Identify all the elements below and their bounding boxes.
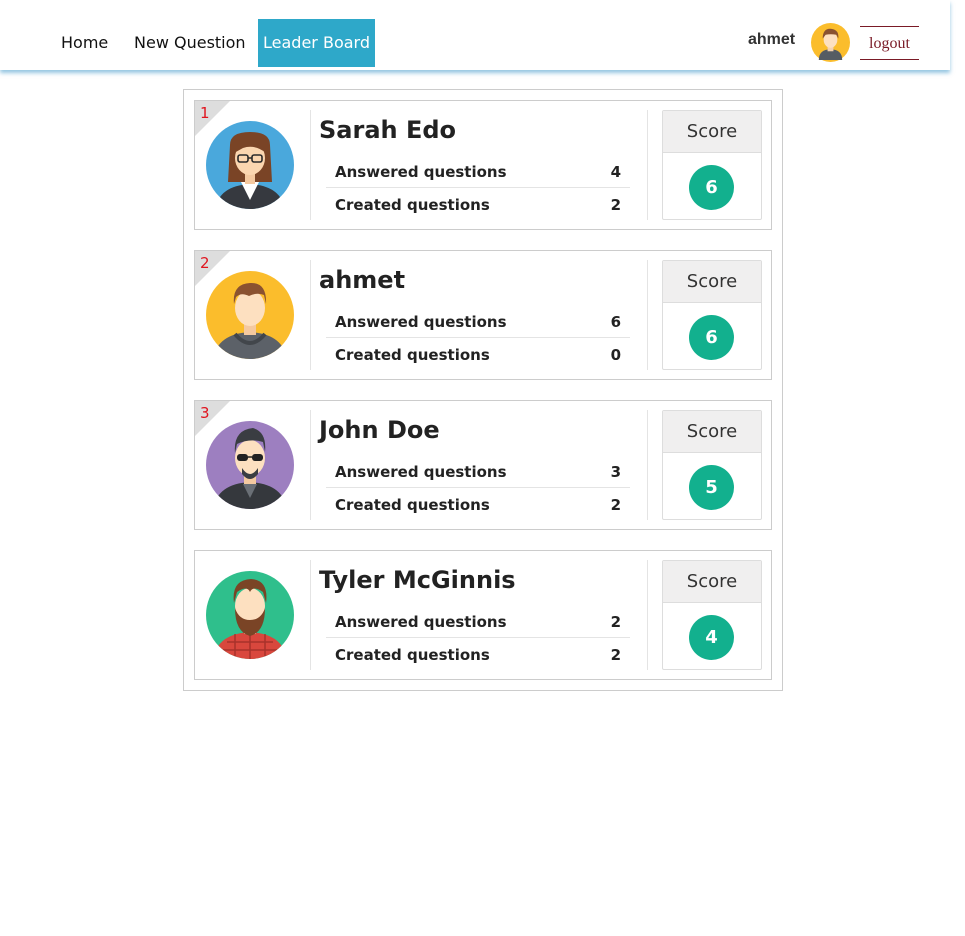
nav-leaderboard-link[interactable]: Leader Board	[258, 19, 375, 67]
score-header: Score	[663, 561, 761, 603]
answered-row: Answered questions 4	[326, 156, 630, 188]
logout-button[interactable]: logout	[860, 26, 919, 60]
divider	[310, 560, 311, 670]
divider	[647, 560, 648, 670]
divider	[310, 260, 311, 370]
score-box: Score 6	[662, 110, 762, 220]
created-label: Created questions	[335, 496, 490, 514]
score-badge: 5	[689, 465, 734, 510]
top-nav: Home New Question Leader Board ahmet log…	[0, 0, 950, 70]
answered-count: 6	[610, 313, 621, 331]
answered-count: 3	[610, 463, 621, 481]
divider	[647, 110, 648, 220]
man-beard-avatar-icon	[206, 571, 294, 659]
created-row: Created questions 2	[326, 639, 630, 671]
answered-row: Answered questions 2	[326, 606, 630, 638]
leaderboard-card: 3 John Doe Answered questions 3 Created	[194, 400, 772, 530]
score-header: Score	[663, 261, 761, 303]
created-row: Created questions 2	[326, 189, 630, 221]
player-name: ahmet	[319, 266, 406, 294]
score-badge: 6	[689, 165, 734, 210]
current-user-name: ahmet	[748, 31, 796, 48]
created-count: 2	[610, 496, 621, 514]
nav-new-question-link[interactable]: New Question	[124, 19, 256, 67]
score-header: Score	[663, 411, 761, 453]
created-label: Created questions	[335, 196, 490, 214]
man-hoodie-avatar-icon	[206, 271, 294, 359]
man-sunglasses-avatar-icon	[206, 421, 294, 509]
answered-count: 4	[610, 163, 621, 181]
answered-row: Answered questions 3	[326, 456, 630, 488]
created-count: 0	[610, 346, 621, 364]
leaderboard-card: Tyler McGinnis Answered questions 2 Crea…	[194, 550, 772, 680]
nav-home-link[interactable]: Home	[51, 19, 118, 67]
leaderboard-card: 2 ahmet Answered questions 6 Created que…	[194, 250, 772, 380]
created-count: 2	[610, 196, 621, 214]
answered-label: Answered questions	[335, 463, 507, 481]
created-label: Created questions	[335, 646, 490, 664]
score-badge: 4	[689, 615, 734, 660]
score-box: Score 6	[662, 260, 762, 370]
score-box: Score 4	[662, 560, 762, 670]
created-label: Created questions	[335, 346, 490, 364]
divider	[647, 260, 648, 370]
score-box: Score 5	[662, 410, 762, 520]
divider	[310, 110, 311, 220]
leaderboard-card: 1 Sarah Edo Answered questions 4 Created…	[194, 100, 772, 230]
created-count: 2	[610, 646, 621, 664]
divider	[647, 410, 648, 520]
divider	[310, 410, 311, 520]
created-row: Created questions 2	[326, 489, 630, 521]
score-header: Score	[663, 111, 761, 153]
answered-label: Answered questions	[335, 163, 507, 181]
answered-row: Answered questions 6	[326, 306, 630, 338]
score-badge: 6	[689, 315, 734, 360]
answered-label: Answered questions	[335, 313, 507, 331]
leaderboard: 1 Sarah Edo Answered questions 4 Created…	[183, 89, 783, 691]
player-name: Sarah Edo	[319, 116, 457, 144]
player-name: Tyler McGinnis	[319, 566, 516, 594]
created-row: Created questions 0	[326, 339, 630, 371]
woman-glasses-avatar-icon	[206, 121, 294, 209]
user-avatar-icon	[811, 23, 850, 62]
answered-count: 2	[610, 613, 621, 631]
answered-label: Answered questions	[335, 613, 507, 631]
player-name: John Doe	[319, 416, 440, 444]
